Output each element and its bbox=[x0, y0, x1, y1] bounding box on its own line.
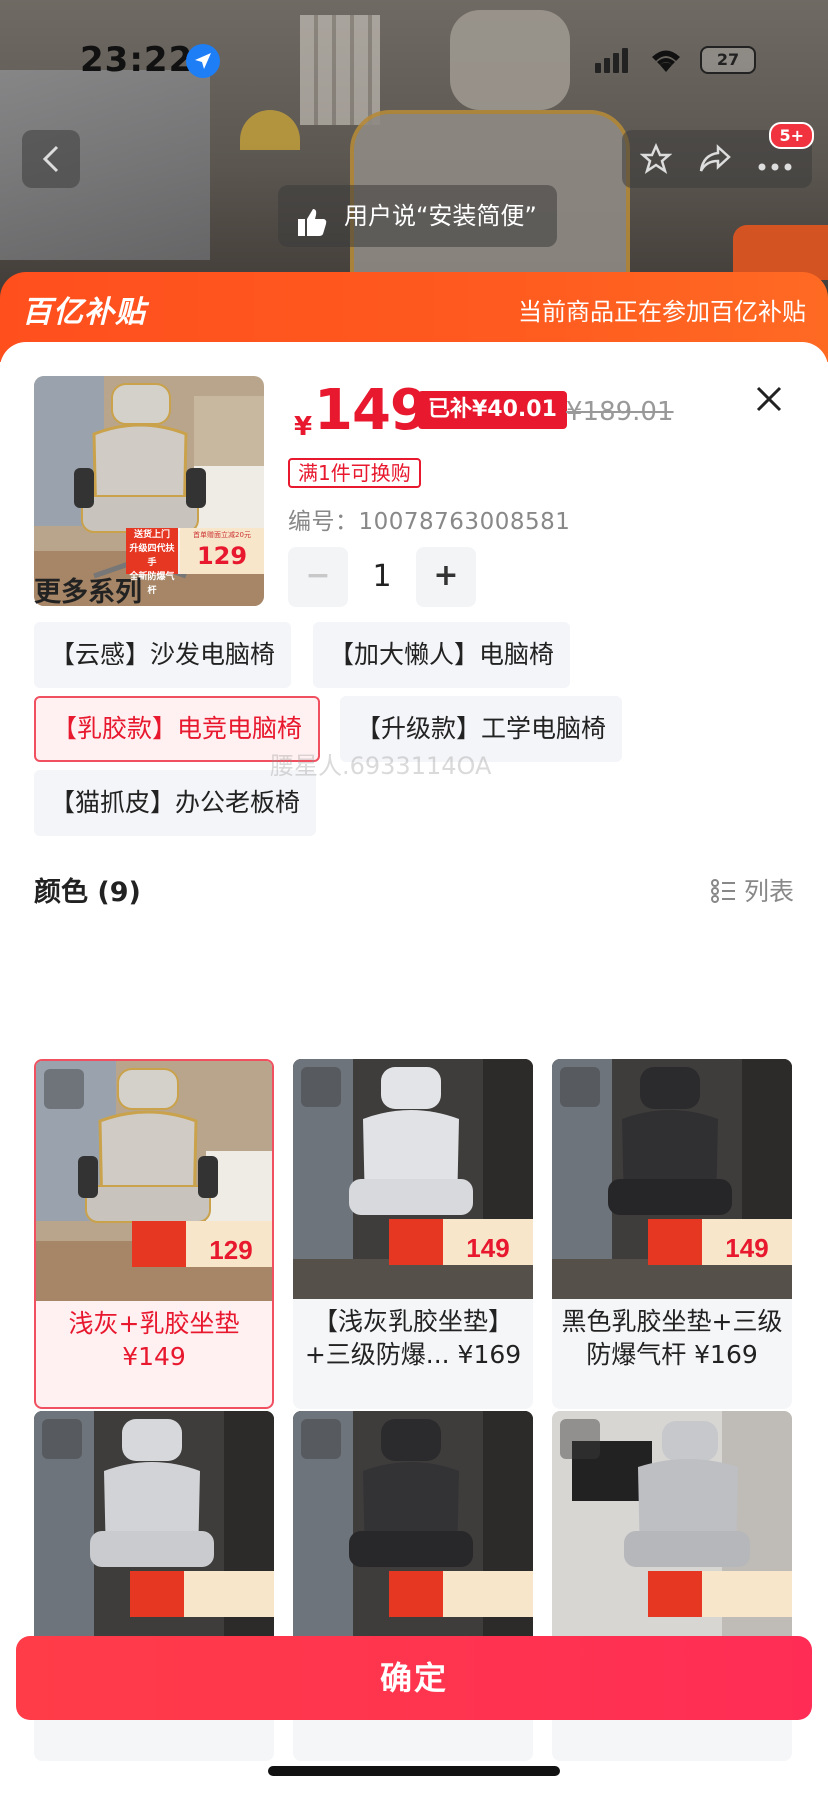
color-image: 149 bbox=[293, 1059, 533, 1299]
series-chip[interactable]: 【云感】沙发电脑椅 bbox=[34, 622, 292, 688]
thumb-tag-2: 升级四代扶手 bbox=[129, 544, 175, 568]
share-icon[interactable] bbox=[698, 143, 732, 179]
subsidy-badge: 已补¥40.01 bbox=[418, 391, 567, 429]
subsidy-message: 当前商品正在参加百亿补贴 bbox=[518, 298, 806, 326]
color-title: 颜色 (9) bbox=[34, 877, 141, 908]
color-option[interactable]: 149 【浅灰乳胶坐垫】+三级防爆... ¥169 bbox=[293, 1059, 533, 1409]
sku-selector-sheet: 送货上门 升级四代扶手 全新防爆气杆 首单赠面立减20元 129 ¥ 149 已… bbox=[0, 342, 828, 1796]
expand-icon[interactable] bbox=[44, 1069, 84, 1109]
battery-icon: 27 bbox=[700, 46, 756, 74]
color-label: 【浅灰乳胶坐垫】+三级防爆... ¥169 bbox=[304, 1307, 522, 1369]
current-price: 149 bbox=[314, 378, 429, 443]
sku-value: 10078763008581 bbox=[358, 509, 571, 535]
close-icon bbox=[756, 386, 782, 412]
thumb-badge-price: 129 bbox=[196, 542, 248, 570]
color-image bbox=[293, 1411, 533, 1651]
nav-actions: 5+ bbox=[622, 122, 814, 188]
list-icon bbox=[710, 879, 735, 903]
color-price-tag: 129 bbox=[209, 1235, 252, 1265]
quantity-value[interactable]: 1 bbox=[348, 547, 416, 607]
star-icon[interactable] bbox=[639, 142, 673, 179]
signal-icon bbox=[595, 48, 631, 73]
wifi-icon bbox=[648, 46, 684, 78]
color-option-selected[interactable]: 129 浅灰+乳胶坐垫 ¥149 bbox=[34, 1059, 274, 1409]
color-image bbox=[34, 1411, 274, 1651]
list-view-toggle[interactable]: 列表 bbox=[710, 872, 794, 908]
color-price-tag: 149 bbox=[725, 1233, 768, 1263]
color-header: 颜色 (9) 列表 bbox=[34, 870, 794, 910]
expand-icon[interactable] bbox=[42, 1419, 82, 1459]
subsidy-logo: 百亿补贴 bbox=[22, 295, 146, 330]
quantity-stepper: − 1 + bbox=[288, 547, 476, 607]
expand-icon[interactable] bbox=[301, 1067, 341, 1107]
home-indicator bbox=[268, 1766, 560, 1776]
close-button[interactable] bbox=[748, 378, 790, 420]
thumbs-up-icon bbox=[296, 199, 328, 261]
color-image: 129 bbox=[36, 1061, 272, 1301]
status-time: 23:22 bbox=[80, 40, 194, 80]
series-chip[interactable]: 【加大懒人】电脑椅 bbox=[313, 622, 571, 688]
original-price: ¥189.01 bbox=[566, 397, 674, 427]
color-image bbox=[552, 1411, 792, 1651]
thumb-badge-top: 首单赠面立减20元 bbox=[193, 531, 251, 539]
color-image: 149 bbox=[552, 1059, 792, 1299]
series-title: 更多系列 bbox=[34, 577, 142, 608]
decrease-button[interactable]: − bbox=[288, 547, 348, 607]
list-view-label: 列表 bbox=[743, 877, 794, 906]
location-icon bbox=[186, 44, 220, 78]
watermark: 腰星人.6933114OA bbox=[270, 752, 492, 780]
review-text: 用户说“安装简便” bbox=[344, 202, 537, 230]
cart-badge: 5+ bbox=[769, 122, 814, 149]
color-price-tag: 149 bbox=[466, 1233, 509, 1263]
more-icon[interactable] bbox=[758, 156, 792, 175]
increase-button[interactable]: + bbox=[416, 547, 476, 607]
currency-symbol: ¥ bbox=[294, 412, 313, 442]
promo-tag: 满1件可换购 bbox=[288, 458, 421, 488]
thumb-tag-1: 送货上门 bbox=[133, 530, 170, 540]
sku-number: 编号：10078763008581 bbox=[288, 502, 570, 536]
expand-icon[interactable] bbox=[560, 1067, 600, 1107]
expand-icon[interactable] bbox=[301, 1419, 341, 1459]
chevron-left-icon bbox=[42, 145, 59, 173]
back-button[interactable] bbox=[22, 130, 80, 188]
color-label: 黑色乳胶坐垫+三级防爆气杆 ¥169 bbox=[561, 1307, 783, 1369]
status-bar: 23:22 27 bbox=[0, 40, 828, 84]
expand-icon[interactable] bbox=[560, 1419, 600, 1459]
color-label: 浅灰+乳胶坐垫 ¥149 bbox=[68, 1309, 240, 1371]
confirm-button[interactable]: 确定 bbox=[16, 1636, 812, 1720]
color-option[interactable]: 149 黑色乳胶坐垫+三级防爆气杆 ¥169 bbox=[552, 1059, 792, 1409]
review-highlight: 用户说“安装简便” bbox=[278, 185, 557, 247]
sku-label: 编号： bbox=[288, 509, 359, 535]
